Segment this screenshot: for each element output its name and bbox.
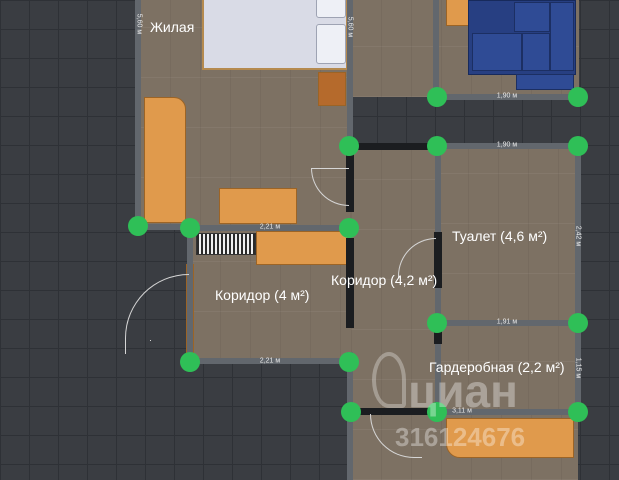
dim-living-left: 5,60 м bbox=[135, 13, 143, 35]
wall-opening-top-corridor bbox=[351, 143, 437, 150]
dim-top-right: 1,90 м bbox=[496, 92, 518, 100]
room-label-toilet: Туалет (4,6 м²) bbox=[452, 228, 548, 244]
corner-node[interactable] bbox=[339, 218, 359, 238]
nightstand[interactable] bbox=[318, 72, 346, 106]
corner-node[interactable] bbox=[339, 136, 359, 156]
corner-node[interactable] bbox=[568, 136, 588, 156]
dim-toilet-bottom: 1,91 м bbox=[496, 318, 518, 326]
corner-node[interactable] bbox=[568, 87, 588, 107]
watermark-brand: циан bbox=[408, 365, 518, 417]
dim-living-right: 5,60 м bbox=[346, 16, 354, 38]
corner-node[interactable] bbox=[128, 216, 148, 236]
door-living-leaf bbox=[311, 168, 349, 169]
corner-node[interactable] bbox=[568, 402, 588, 422]
corner-node[interactable] bbox=[339, 352, 359, 372]
dim-toilet-right: 2,42 м bbox=[574, 225, 582, 247]
corner-node[interactable] bbox=[568, 313, 588, 333]
living-desk[interactable] bbox=[219, 188, 297, 224]
corner-node[interactable] bbox=[427, 136, 447, 156]
sofa-side bbox=[516, 74, 574, 90]
bed-pillow-top bbox=[316, 0, 346, 18]
sofa-cushion-1 bbox=[472, 33, 522, 71]
corridor-bench[interactable] bbox=[256, 231, 348, 265]
watermark-logo-icon bbox=[372, 352, 406, 408]
corner-node[interactable] bbox=[427, 313, 447, 333]
door-entrance-leaf bbox=[150, 340, 151, 341]
bed-pillow-bottom bbox=[316, 24, 346, 64]
room-label-corridor-left: Коридор (4 м²) bbox=[215, 287, 310, 303]
dim-corridor-left-bottom: 2,21 м bbox=[259, 357, 281, 365]
sofa-cushion-2 bbox=[522, 33, 550, 71]
watermark-phone: 316124676 bbox=[395, 422, 526, 452]
dim-corridor-left-top: 2,21 м bbox=[259, 223, 281, 231]
corner-node[interactable] bbox=[341, 402, 361, 422]
door-entrance-arc[interactable] bbox=[125, 274, 189, 354]
sofa-armrest bbox=[550, 2, 574, 71]
corner-node[interactable] bbox=[180, 352, 200, 372]
corner-node[interactable] bbox=[427, 87, 447, 107]
room-label-corridor-right: Коридор (4,2 м²) bbox=[331, 272, 438, 288]
dim-toilet-top: 1,90 м bbox=[496, 141, 518, 149]
corner-node[interactable] bbox=[180, 218, 200, 238]
wall-top-right-left bbox=[433, 0, 439, 96]
sofa-cushion-3 bbox=[514, 2, 550, 32]
shoe-rack[interactable] bbox=[196, 233, 256, 255]
dim-wardrobe-right: 1,15 м bbox=[574, 357, 582, 379]
room-label-living: Жилая bbox=[150, 19, 195, 35]
living-wardrobe-cabinet[interactable] bbox=[144, 97, 186, 223]
